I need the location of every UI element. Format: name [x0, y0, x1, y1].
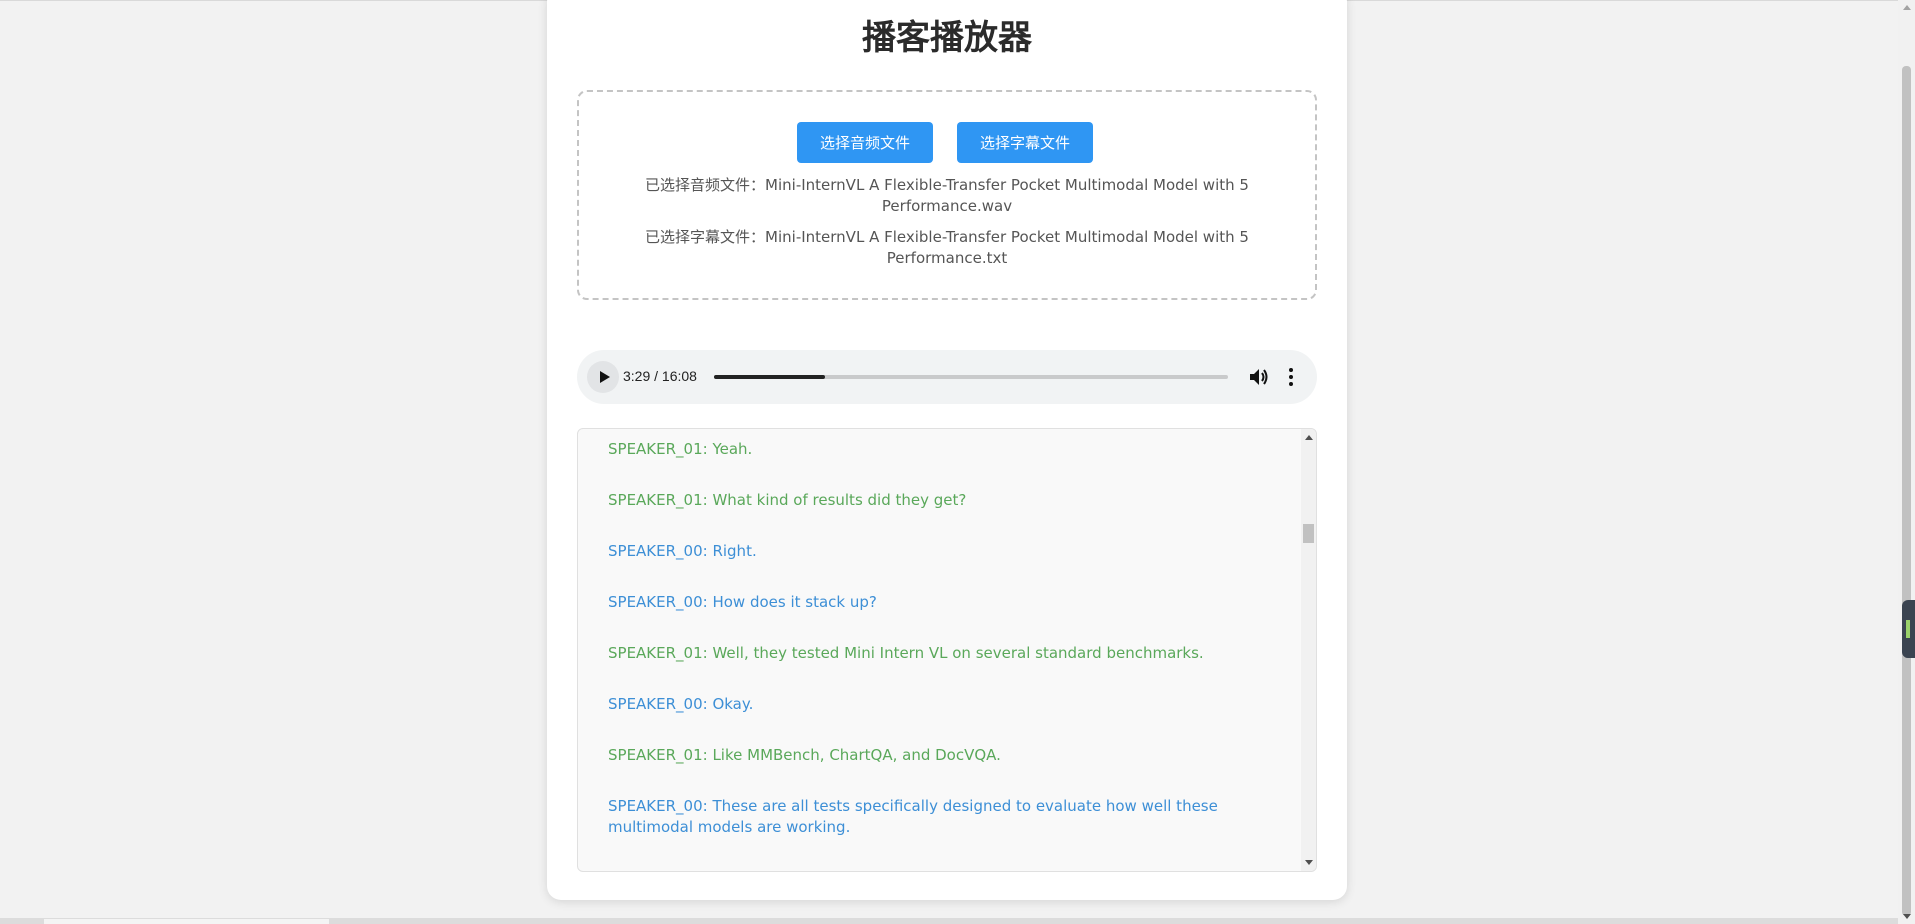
file-upload-area: 选择音频文件 选择字幕文件 已选择音频文件：Mini-InternVL A Fl…	[577, 90, 1317, 300]
more-options-icon[interactable]	[1283, 366, 1299, 388]
play-button[interactable]	[587, 361, 619, 393]
horizontal-scrollbar-thumb[interactable]	[44, 919, 329, 924]
scroll-up-arrow-icon[interactable]	[1903, 5, 1911, 10]
side-extension-widget[interactable]	[1902, 600, 1915, 658]
page-scrollbar[interactable]	[1898, 0, 1915, 924]
selected-subtitle-file-text: 已选择字幕文件：Mini-InternVL A Flexible-Transfe…	[645, 228, 1249, 267]
transcript-line[interactable]: SPEAKER_01: Like MMBench, ChartQA, and D…	[608, 745, 1268, 766]
progress-bar[interactable]	[714, 375, 1228, 379]
widget-indicator-icon	[1906, 620, 1910, 638]
scroll-down-arrow-icon[interactable]	[1305, 860, 1313, 865]
transcript-line[interactable]: SPEAKER_01: What kind of results did the…	[608, 490, 1268, 511]
transcript-scrollbar[interactable]	[1301, 429, 1316, 871]
selected-audio-file-text: 已选择音频文件：Mini-InternVL A Flexible-Transfe…	[645, 176, 1249, 215]
podcast-player-card: 播客播放器 选择音频文件 选择字幕文件 已选择音频文件：Mini-InternV…	[547, 0, 1347, 900]
play-icon	[599, 371, 610, 383]
time-display: 3:29 / 16:08	[623, 368, 697, 384]
transcript-panel[interactable]: SPEAKER_01: Yeah. SPEAKER_01: What kind …	[577, 428, 1317, 872]
transcript-line[interactable]: SPEAKER_00: Right.	[608, 541, 1268, 562]
transcript-line[interactable]: SPEAKER_01: Yeah.	[608, 439, 1268, 460]
scroll-up-arrow-icon[interactable]	[1305, 435, 1313, 440]
scrollbar-thumb[interactable]	[1303, 524, 1314, 543]
transcript-line[interactable]: SPEAKER_00: These are all tests specific…	[608, 796, 1268, 838]
page-title: 播客播放器	[862, 18, 1032, 58]
horizontal-scrollbar[interactable]	[0, 918, 1898, 924]
transcript-line[interactable]: SPEAKER_00: Okay.	[608, 694, 1268, 715]
transcript-line[interactable]: SPEAKER_00: How does it stack up?	[608, 592, 1268, 613]
select-subtitle-button[interactable]: 选择字幕文件	[957, 122, 1093, 163]
select-audio-button[interactable]: 选择音频文件	[797, 122, 933, 163]
audio-player: 3:29 / 16:08	[577, 350, 1317, 404]
volume-icon[interactable]	[1247, 366, 1271, 388]
scroll-down-arrow-icon[interactable]	[1903, 914, 1911, 919]
transcript-line[interactable]: SPEAKER_01: Well, they tested Mini Inter…	[608, 643, 1268, 664]
progress-fill	[714, 375, 826, 379]
page-scrollbar-thumb[interactable]	[1902, 66, 1911, 916]
